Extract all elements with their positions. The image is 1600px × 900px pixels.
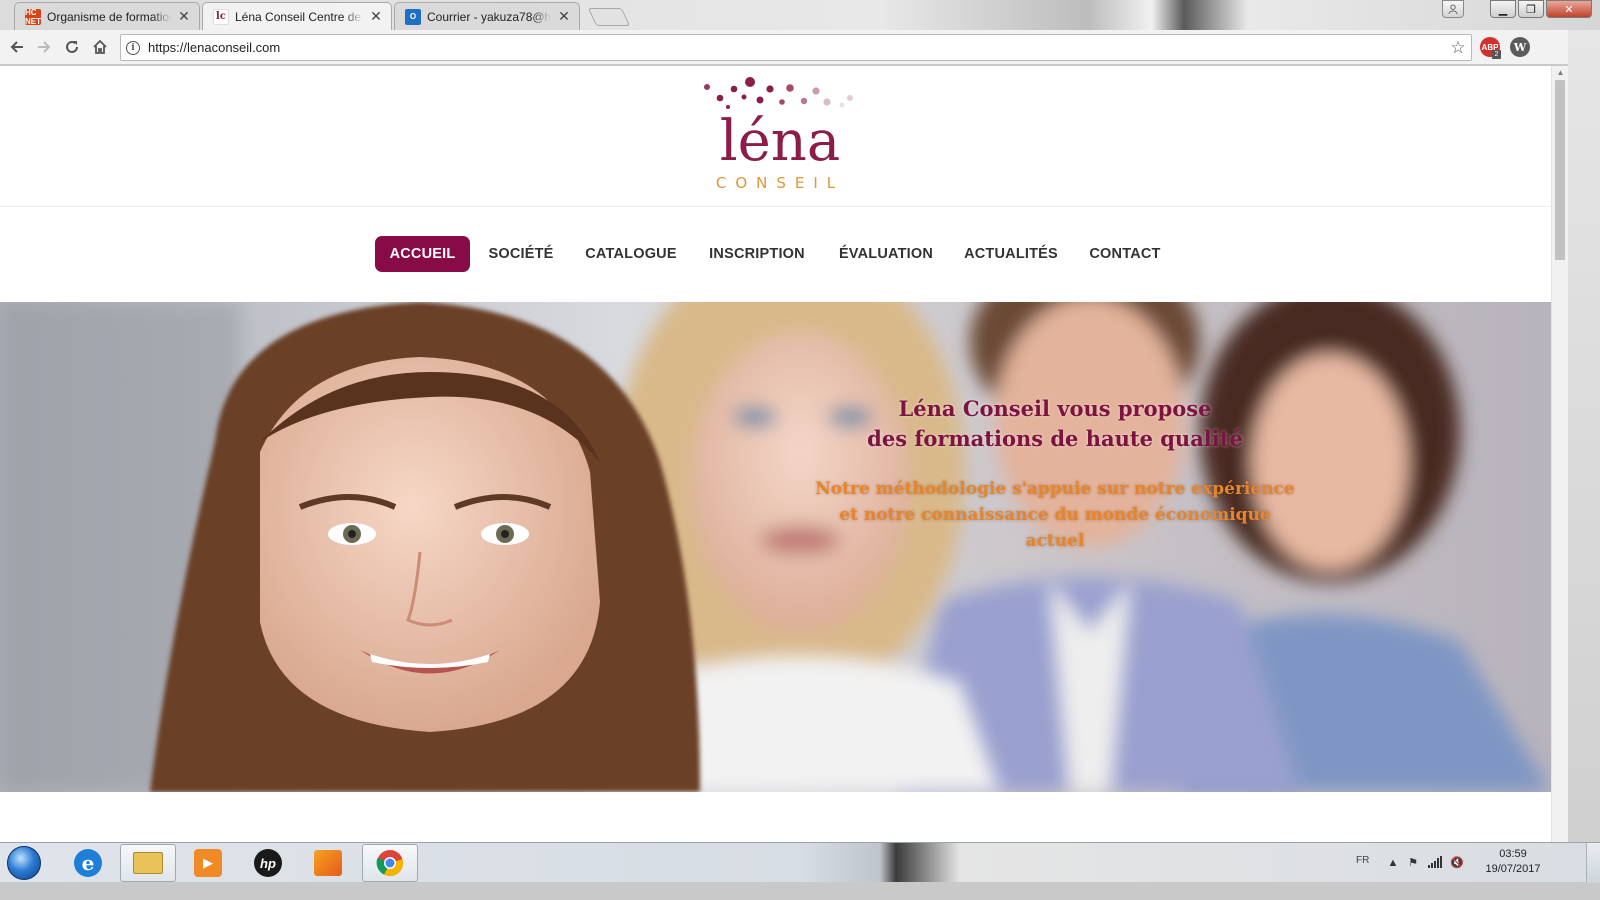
tab-label: Léna Conseil Centre de fo — [235, 9, 363, 24]
profile-icon[interactable] — [1442, 0, 1464, 18]
bookmark-star-icon[interactable]: ☆ — [1445, 38, 1471, 58]
nav-item-catalogue[interactable]: CATALOGUE — [576, 236, 686, 272]
hero-photo — [0, 302, 1551, 792]
network-icon[interactable] — [1428, 856, 1442, 870]
logo-dots-icon — [704, 77, 853, 109]
show-hidden-icons-icon[interactable]: ▲ — [1386, 856, 1400, 870]
volume-muted-icon[interactable]: 🔇 — [1450, 856, 1464, 870]
nav-item-evaluation[interactable]: ÉVALUATION — [828, 236, 944, 272]
adblock-badge: 2 — [1492, 50, 1501, 59]
taskbar-office[interactable] — [300, 844, 356, 882]
header-divider — [0, 206, 1551, 207]
address-bar[interactable]: i https://lenaconseil.com ☆ — [120, 34, 1472, 61]
taskbar-media-player[interactable]: ▶ — [180, 844, 236, 882]
action-center-icon[interactable]: ⚑ — [1406, 856, 1420, 870]
language-indicator[interactable]: FR — [1356, 855, 1369, 866]
close-tab-icon[interactable]: ✕ — [557, 8, 571, 25]
logo-subtitle: CONSEIL — [715, 174, 845, 192]
page-scrollbar[interactable]: ▲ ▼ — [1551, 66, 1568, 858]
chrome-icon — [376, 850, 404, 877]
clock-date: 19/07/2017 — [1485, 863, 1541, 875]
site-logo[interactable]: léna CONSEIL — [700, 74, 860, 194]
system-tray: FR ▲ ⚑ 🔇 03:59 19/07/2017 — [1350, 843, 1600, 883]
outlook-favicon-icon: O — [405, 8, 421, 25]
nav-item-contact[interactable]: CONTACT — [1078, 236, 1172, 272]
tab-lena-conseil[interactable]: lc Léna Conseil Centre de fo ✕ — [202, 2, 392, 30]
nav-item-accueil[interactable]: ACCUEIL — [375, 236, 470, 272]
close-tab-icon[interactable]: ✕ — [177, 8, 191, 25]
taskbar-file-explorer[interactable] — [120, 844, 176, 882]
scroll-up-icon[interactable]: ▲ — [1552, 66, 1569, 80]
reload-button[interactable] — [60, 35, 84, 59]
taskbar-clock[interactable]: 03:59 19/07/2017 — [1478, 847, 1548, 877]
new-tab-button[interactable] — [587, 8, 631, 26]
url-text[interactable]: https://lenaconseil.com — [148, 40, 1445, 55]
logo-wordmark: léna — [719, 109, 841, 174]
scrollbar-thumb[interactable] — [1555, 80, 1565, 260]
windows-taskbar: e ▶ hp FR ▲ ⚑ 🔇 03:59 19/07/2017 — [0, 842, 1600, 883]
main-navigation: ACCUEIL SOCIÉTÉ CATALOGUE INSCRIPTION ÉV… — [0, 236, 1551, 272]
office-icon — [314, 850, 342, 876]
nav-item-societe[interactable]: SOCIÉTÉ — [476, 236, 566, 272]
browser-titlebar: HC NET Organisme de formation ✕ lc Léna … — [0, 0, 1600, 30]
file-explorer-icon — [133, 852, 163, 874]
forward-button[interactable] — [32, 35, 56, 59]
hero-headline-line1: Léna Conseil vous propose — [898, 396, 1212, 421]
taskbar-hp[interactable]: hp — [240, 844, 296, 882]
hero-headline-line2: des formations de haute qualité — [867, 426, 1243, 451]
wordpress-icon[interactable]: W — [1510, 37, 1530, 57]
restore-button[interactable]: ❐ — [1518, 0, 1544, 18]
site-info-icon[interactable]: i — [126, 40, 140, 55]
show-desktop-button[interactable] — [1586, 843, 1600, 883]
taskbar-chrome[interactable] — [362, 844, 418, 882]
clock-time: 03:59 — [1499, 848, 1527, 860]
close-tab-icon[interactable]: ✕ — [369, 8, 383, 25]
hero-subline-line1: Notre méthodologie s'appuie sur notre ex… — [815, 479, 1295, 499]
nav-item-inscription[interactable]: INSCRIPTION — [698, 236, 816, 272]
close-window-button[interactable]: ✕ — [1546, 0, 1592, 18]
tab-courrier[interactable]: O Courrier - yakuza78@hot ✕ — [394, 2, 580, 30]
internet-explorer-icon: e — [74, 849, 102, 877]
window-controls: ▁ ❐ ✕ — [1490, 0, 1592, 18]
cnfc-favicon-icon: HC NET — [25, 7, 41, 26]
back-button[interactable] — [5, 35, 29, 59]
tab-label: Organisme de formation — [47, 9, 171, 24]
media-player-icon: ▶ — [194, 849, 222, 877]
taskbar-internet-explorer[interactable]: e — [60, 844, 116, 882]
nav-item-actualites[interactable]: ACTUALITÉS — [956, 236, 1066, 272]
desktop-background-edge — [1568, 30, 1600, 858]
windows-logo-icon — [7, 846, 41, 880]
lena-favicon-icon: lc — [213, 8, 229, 25]
minimize-button[interactable]: ▁ — [1490, 0, 1516, 18]
hero-subline-line2: et notre connaissance du monde économiqu… — [839, 505, 1271, 551]
tab-organisme[interactable]: HC NET Organisme de formation ✕ — [14, 2, 200, 30]
hp-icon: hp — [254, 849, 282, 877]
page-viewport: léna CONSEIL ACCUEIL SOCIÉTÉ CATALOGUE I… — [0, 66, 1551, 858]
hero-tagline: Léna Conseil vous propose des formations… — [810, 394, 1300, 554]
browser-toolbar: i https://lenaconseil.com ☆ ABP 2 W — [0, 30, 1600, 65]
hero-banner: Léna Conseil vous propose des formations… — [0, 302, 1551, 792]
home-button[interactable] — [88, 35, 112, 59]
start-button[interactable] — [4, 845, 44, 881]
tab-label: Courrier - yakuza78@hot — [427, 9, 551, 24]
